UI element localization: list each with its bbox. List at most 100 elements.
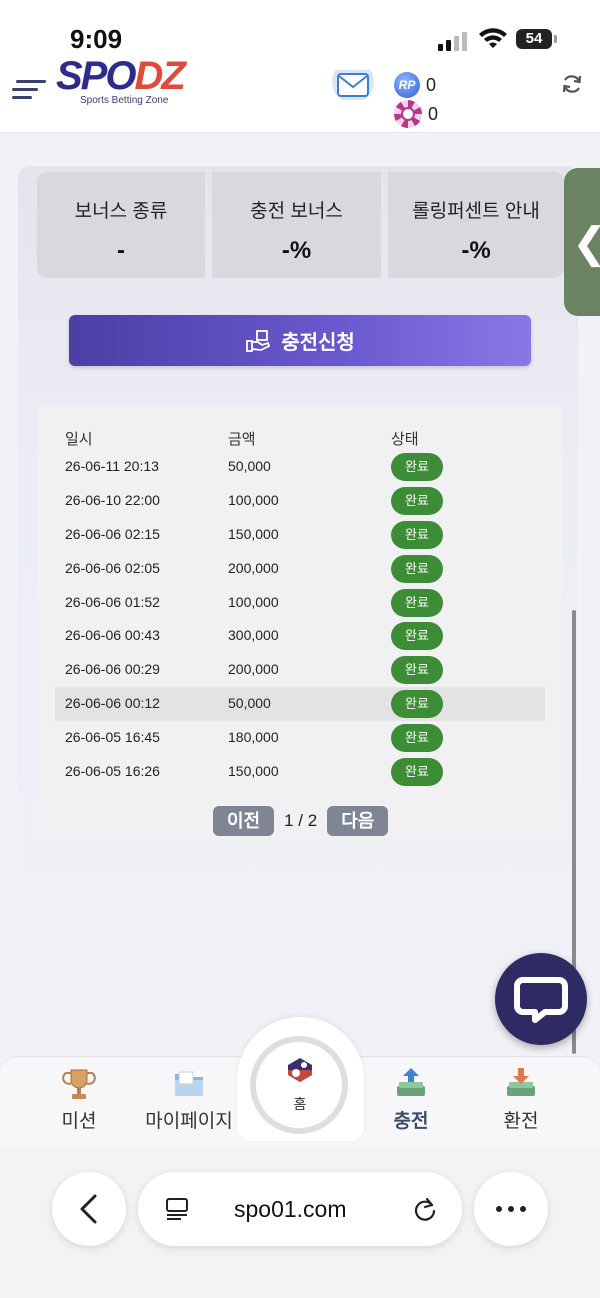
chat-bubble-icon bbox=[514, 977, 568, 1023]
table-row[interactable]: 26-06-05 16:26 150,000 완료 bbox=[55, 755, 545, 789]
sports-ball-icon bbox=[288, 1058, 312, 1082]
status-badge: 완료 bbox=[391, 521, 443, 549]
table-row[interactable]: 26-06-06 00:43 300,000 완료 bbox=[55, 619, 545, 653]
status-badge: 완료 bbox=[391, 656, 443, 684]
battery-icon: 54 bbox=[516, 29, 557, 49]
nav-home-label: 홈 bbox=[293, 1096, 307, 1112]
tab-overview-icon bbox=[166, 1198, 188, 1220]
row-amount: 100,000 bbox=[228, 492, 279, 508]
row-date: 26-06-06 00:43 bbox=[65, 627, 160, 643]
rp-points: RP 0 bbox=[394, 72, 436, 98]
status-time: 9:09 bbox=[70, 24, 123, 54]
table-row[interactable]: 26-06-10 22:00 100,000 완료 bbox=[55, 484, 545, 518]
live-chat-button[interactable] bbox=[495, 953, 587, 1045]
row-date: 26-06-05 16:45 bbox=[65, 729, 160, 745]
url-text: spo01.com bbox=[234, 1196, 347, 1222]
status-badge: 완료 bbox=[391, 487, 443, 515]
nav-home[interactable] bbox=[250, 1036, 348, 1134]
nav-deposit-label: 충전 bbox=[393, 1111, 429, 1132]
reload-icon[interactable] bbox=[412, 1196, 438, 1222]
more-dots-icon bbox=[496, 1206, 526, 1212]
hand-money-icon bbox=[246, 329, 271, 352]
mail-icon[interactable] bbox=[332, 70, 374, 100]
row-amount: 200,000 bbox=[228, 661, 279, 677]
table-row[interactable]: 26-06-06 00:12 50,000 완료 bbox=[55, 687, 545, 721]
prev-page-button[interactable]: 이전 bbox=[213, 806, 275, 836]
table-row[interactable]: 26-06-11 20:13 50,000 완료 bbox=[55, 450, 545, 484]
status-badge: 완료 bbox=[391, 724, 443, 752]
row-amount: 200,000 bbox=[228, 560, 279, 576]
row-amount: 50,000 bbox=[228, 695, 271, 711]
status-badge: 완료 bbox=[391, 622, 443, 650]
status-badge: 완료 bbox=[391, 555, 443, 583]
refresh-icon[interactable] bbox=[560, 72, 584, 96]
chevron-left-icon bbox=[80, 1194, 97, 1224]
col-header-status: 상태 bbox=[391, 431, 419, 448]
status-badge: 완료 bbox=[391, 453, 443, 481]
row-date: 26-06-06 00:12 bbox=[65, 695, 160, 711]
address-bar[interactable]: spo01.com bbox=[138, 1172, 462, 1246]
withdraw-money-icon bbox=[507, 1068, 535, 1096]
rp-points-value: 0 bbox=[426, 74, 437, 95]
table-row[interactable]: 26-06-06 02:15 150,000 완료 bbox=[55, 518, 545, 552]
status-badge: 완료 bbox=[391, 690, 443, 718]
side-drawer-tab[interactable]: ❮ bbox=[564, 168, 600, 316]
col-header-amount: 금액 bbox=[228, 431, 256, 448]
bonus-type-label: 보너스 종류 bbox=[74, 201, 168, 222]
row-amount: 300,000 bbox=[228, 627, 279, 643]
status-badge: 완료 bbox=[391, 589, 443, 617]
table-row[interactable]: 26-06-06 00:29 200,000 완료 bbox=[55, 653, 545, 687]
row-amount: 150,000 bbox=[228, 763, 279, 779]
folder-icon bbox=[175, 1071, 203, 1096]
rolling-percent-card: 롤링퍼센트 안내 -% bbox=[388, 172, 564, 278]
bonus-type-value: - bbox=[117, 237, 125, 264]
bonus-type-card: 보너스 종류 - bbox=[37, 172, 205, 278]
logo-subtitle: Sports Betting Zone bbox=[80, 95, 169, 106]
chip-points-value: 0 bbox=[428, 103, 439, 124]
row-date: 26-06-06 00:29 bbox=[65, 661, 160, 677]
deposit-bonus-card: 충전 보너스 -% bbox=[212, 172, 381, 278]
deposit-request-label: 충전신청 bbox=[281, 332, 355, 354]
trophy-icon bbox=[62, 1069, 96, 1099]
chip-points: 0 bbox=[394, 100, 438, 128]
pagination: 이전 1 / 2 다음 bbox=[213, 806, 389, 836]
deposit-bonus-label: 충전 보너스 bbox=[250, 201, 343, 222]
nav-deposit[interactable]: 충전 bbox=[356, 1066, 466, 1133]
hamburger-menu-icon[interactable] bbox=[12, 78, 46, 100]
next-page-button[interactable]: 다음 bbox=[327, 806, 389, 836]
row-date: 26-06-06 02:15 bbox=[65, 526, 160, 542]
row-amount: 180,000 bbox=[228, 729, 279, 745]
row-date: 26-06-06 01:52 bbox=[65, 594, 160, 610]
table-row[interactable]: 26-06-05 16:45 180,000 완료 bbox=[55, 721, 545, 755]
status-badge: 완료 bbox=[391, 758, 443, 786]
rolling-percent-value: -% bbox=[461, 237, 491, 264]
browser-back-button[interactable] bbox=[52, 1172, 126, 1246]
table-row[interactable]: 26-06-06 01:52 100,000 완료 bbox=[55, 586, 545, 620]
deposit-bonus-value: -% bbox=[281, 237, 312, 264]
nav-withdraw[interactable]: 환전 bbox=[466, 1066, 576, 1133]
chevron-left-icon: ❮ bbox=[572, 218, 600, 267]
nav-mypage[interactable]: 마이페이지 bbox=[134, 1066, 244, 1133]
row-amount: 50,000 bbox=[228, 458, 271, 474]
deposit-money-icon bbox=[397, 1068, 425, 1096]
nav-mission-label: 미션 bbox=[61, 1111, 97, 1132]
rolling-percent-label: 롤링퍼센트 안내 bbox=[412, 201, 540, 222]
casino-chip-icon bbox=[394, 100, 422, 128]
rp-badge-icon: RP bbox=[394, 72, 420, 98]
table-row[interactable]: 26-06-06 02:05 200,000 완료 bbox=[55, 552, 545, 586]
wifi-icon bbox=[479, 28, 507, 48]
signal-icon bbox=[438, 32, 467, 51]
row-date: 26-06-10 22:00 bbox=[65, 492, 160, 508]
row-amount: 150,000 bbox=[228, 526, 279, 542]
row-date: 26-06-11 20:13 bbox=[65, 458, 159, 474]
nav-mission[interactable]: 미션 bbox=[24, 1066, 134, 1133]
nav-mypage-label: 마이페이지 bbox=[145, 1111, 233, 1132]
browser-more-button[interactable] bbox=[474, 1172, 548, 1246]
deposit-request-button[interactable]: 충전신청 bbox=[69, 315, 531, 366]
nav-withdraw-label: 환전 bbox=[503, 1111, 539, 1132]
page-indicator: 1 / 2 bbox=[284, 811, 318, 830]
col-header-date: 일시 bbox=[65, 431, 93, 448]
row-amount: 100,000 bbox=[228, 594, 279, 610]
row-date: 26-06-06 02:05 bbox=[65, 560, 160, 576]
row-date: 26-06-05 16:26 bbox=[65, 763, 160, 779]
